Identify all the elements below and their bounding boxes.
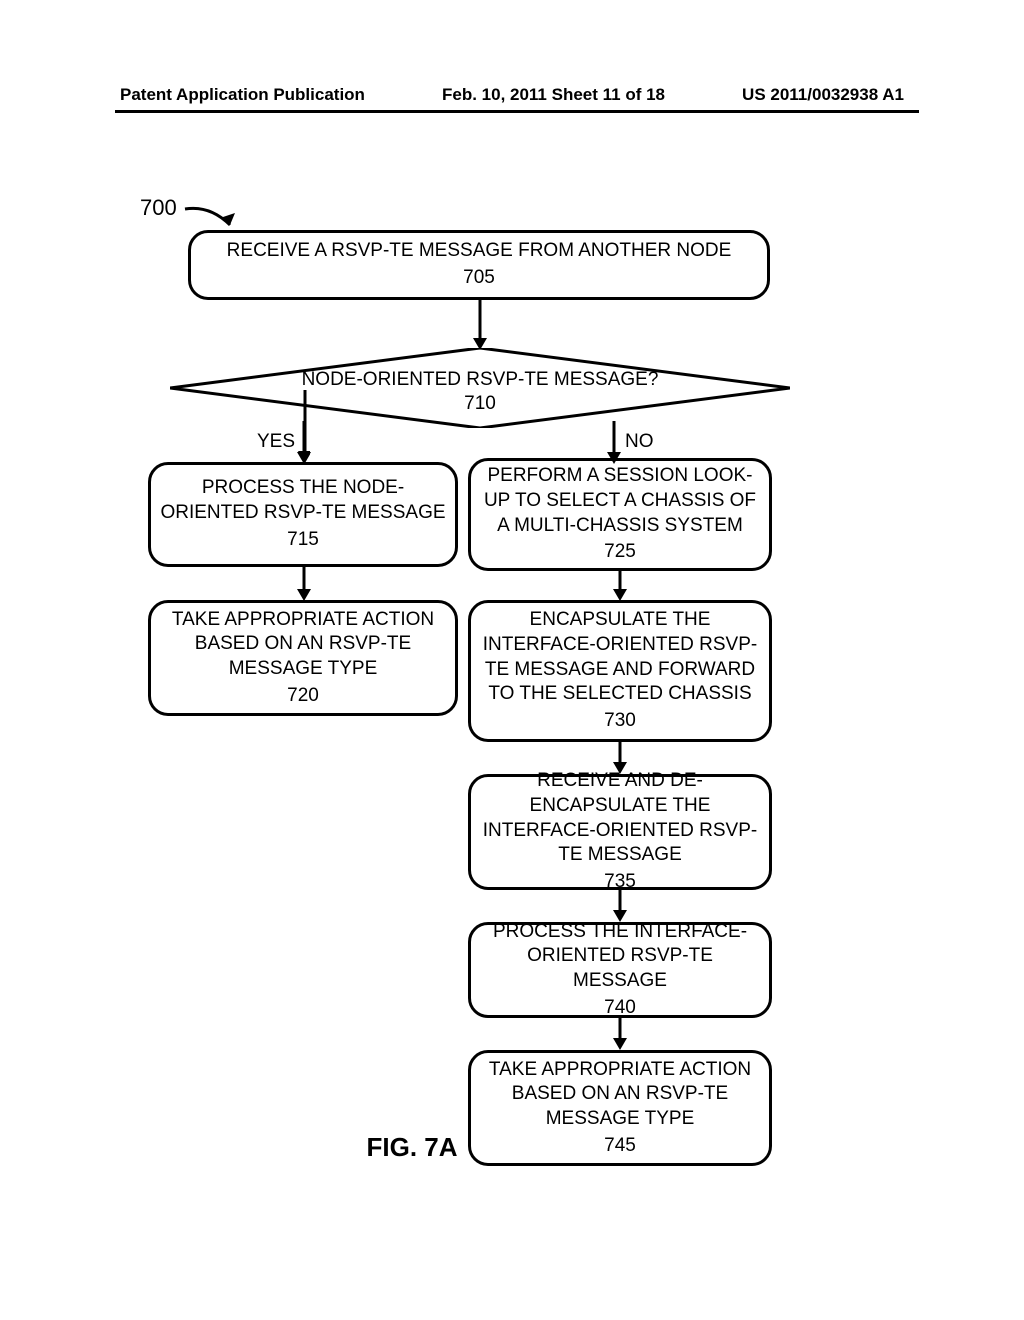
figure-label: FIG. 7A <box>0 1132 1024 1163</box>
diamond-left-stub-icon <box>168 388 308 398</box>
header-rule <box>115 110 919 113</box>
flowchart-box-740: PROCESS THE INTERFACE-ORIENTED RSVP-TE M… <box>468 922 772 1018</box>
box-705-text: RECEIVE A RSVP-TE MESSAGE FROM ANOTHER N… <box>227 239 732 264</box>
arrow-715-to-720-icon <box>297 567 311 603</box>
box-720-text: TAKE APPROPRIATE ACTION BASED ON AN RSVP… <box>159 608 447 682</box>
box-730-text: ENCAPSULATE THE INTERFACE-ORIENTED RSVP-… <box>479 608 761 707</box>
arrow-725-to-730-icon <box>613 571 627 603</box>
arrow-740-to-745-icon <box>613 1018 627 1052</box>
figure-label-text: FIG. 7A <box>366 1132 457 1162</box>
box-740-ref: 740 <box>604 996 636 1021</box>
flowchart-box-720: TAKE APPROPRIATE ACTION BASED ON AN RSVP… <box>148 600 458 716</box>
box-715-text: PROCESS THE NODE-ORIENTED RSVP-TE MESSAG… <box>159 476 447 525</box>
box-725-ref: 725 <box>604 540 636 565</box>
header-center: Feb. 10, 2011 Sheet 11 of 18 <box>442 85 665 105</box>
box-715-ref: 715 <box>287 528 319 553</box>
flowchart-box-705: RECEIVE A RSVP-TE MESSAGE FROM ANOTHER N… <box>188 230 770 300</box>
flowchart-box-730: ENCAPSULATE THE INTERFACE-ORIENTED RSVP-… <box>468 600 772 742</box>
box-745-text: TAKE APPROPRIATE ACTION BASED ON AN RSVP… <box>479 1058 761 1132</box>
box-720-ref: 720 <box>287 684 319 709</box>
flowchart-box-715: PROCESS THE NODE-ORIENTED RSVP-TE MESSAG… <box>148 462 458 567</box>
header-left: Patent Application Publication <box>120 85 365 105</box>
header-right: US 2011/0032938 A1 <box>742 85 904 105</box>
diagram-reference-label: 700 <box>140 195 177 221</box>
page-header: Patent Application Publication Feb. 10, … <box>0 0 1024 105</box>
arrow-705-to-710-icon <box>473 300 487 352</box>
box-735-text: RECEIVE AND DE-ENCAPSULATE THE INTERFACE… <box>479 769 761 868</box>
arrow-yes-down-icon <box>297 421 311 466</box>
flowchart-box-735: RECEIVE AND DE-ENCAPSULATE THE INTERFACE… <box>468 774 772 890</box>
box-725-text: PERFORM A SESSION LOOK-UP TO SELECT A CH… <box>479 464 761 538</box>
box-730-ref: 730 <box>604 709 636 734</box>
flowchart-box-725: PERFORM A SESSION LOOK-UP TO SELECT A CH… <box>468 458 772 571</box>
decision-no-label: NO <box>625 431 654 453</box>
box-740-text: PROCESS THE INTERFACE-ORIENTED RSVP-TE M… <box>479 920 761 994</box>
box-705-ref: 705 <box>463 266 495 291</box>
